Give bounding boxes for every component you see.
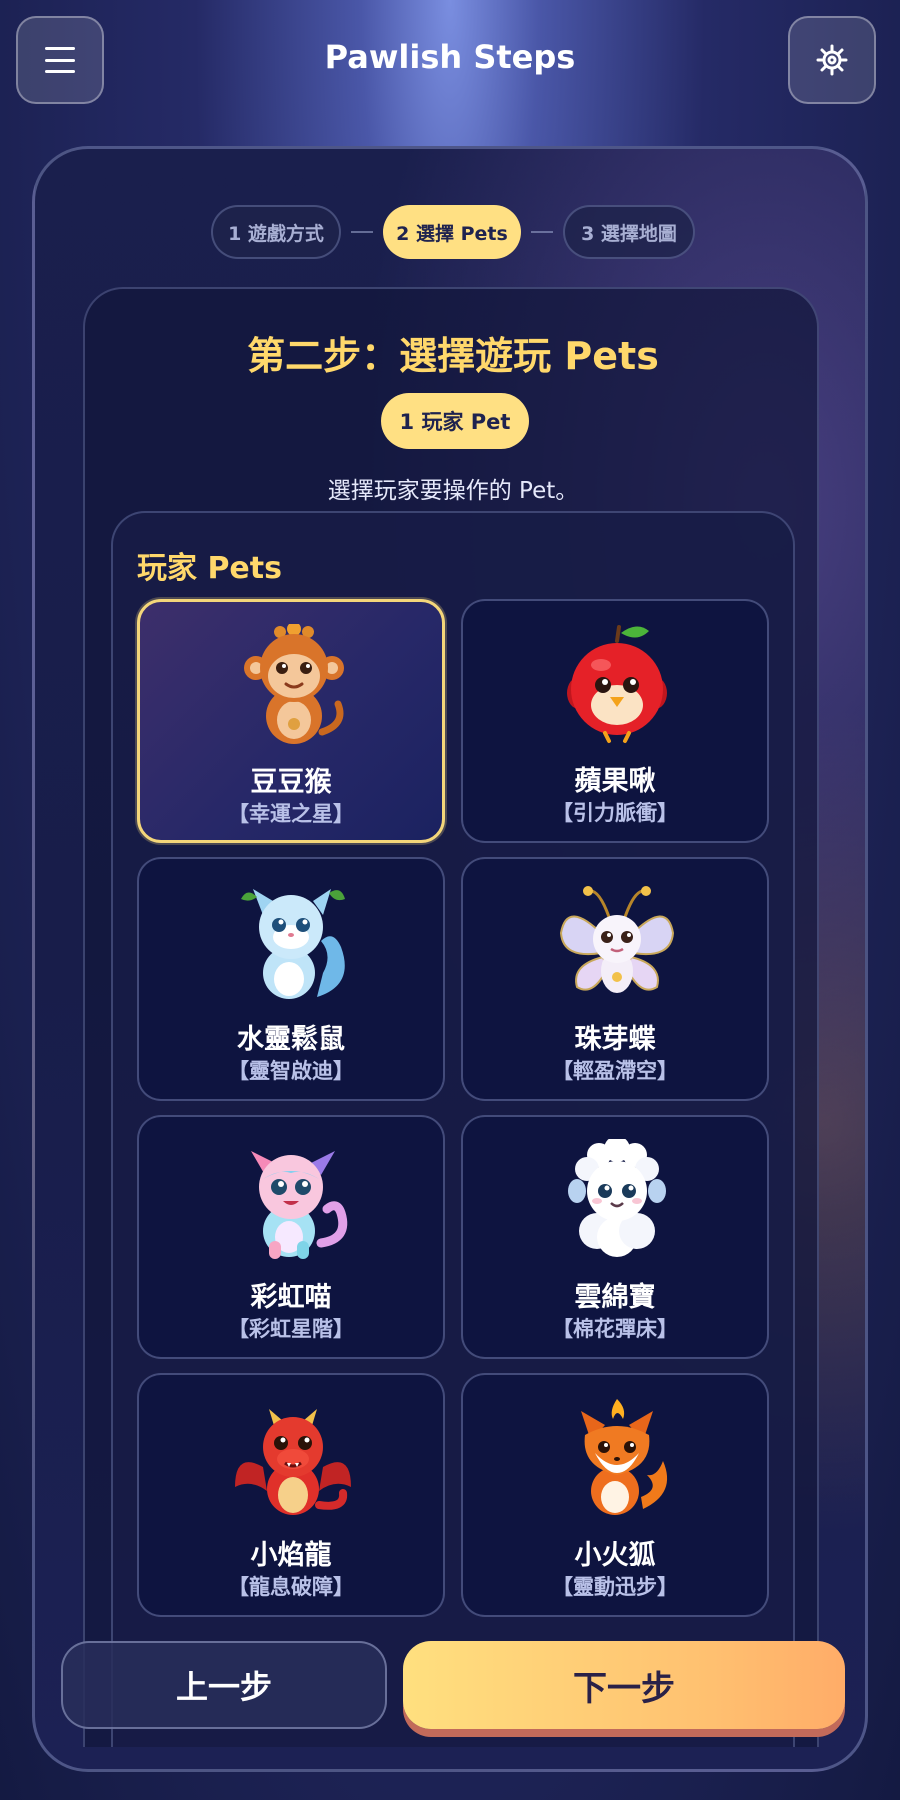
settings-button[interactable]: [788, 16, 876, 104]
pet-card-rainbow-cat[interactable]: 彩虹喵 【彩虹星階】: [137, 1115, 445, 1359]
butterfly-pet-icon: [559, 886, 675, 993]
pet-name: 彩虹喵: [250, 1282, 332, 1313]
pet-skill: 【輕盈滯空】: [552, 1059, 678, 1083]
pet-name: 水靈鬆鼠: [237, 1024, 345, 1055]
fire-dragon-pet-icon: [235, 1409, 351, 1515]
pet-skill: 【彩虹星階】: [228, 1317, 354, 1341]
page-title: 第二步：選擇遊玩 Pets: [247, 334, 659, 378]
pet-skill: 【幸運之星】: [228, 802, 354, 826]
pet-name: 珠芽蝶: [574, 1024, 656, 1055]
apple-bird-pet-icon: [567, 625, 667, 743]
pets-section-title: 玩家 Pets: [137, 551, 282, 586]
previous-step-button[interactable]: 上一步: [61, 1641, 387, 1729]
step-1-play-mode[interactable]: 1 遊戲方式: [211, 205, 341, 259]
pet-card-monkey[interactable]: 豆豆猴 【幸運之星】: [137, 599, 445, 843]
pet-card-fire-dragon[interactable]: 小焰龍 【龍息破障】: [137, 1373, 445, 1617]
main-panel: 1 遊戲方式 2 選擇 Pets 3 選擇地圖 第二步：選擇遊玩 Pets 1 …: [32, 146, 868, 1772]
step-connector: [531, 231, 553, 233]
pet-skill: 【靈動迅步】: [552, 1575, 678, 1599]
pet-skill: 【棉花彈床】: [552, 1317, 678, 1341]
fire-fox-pet-icon: [581, 1399, 668, 1515]
pet-skill: 【靈智啟迪】: [228, 1059, 354, 1083]
pet-name: 豆豆猴: [250, 767, 332, 798]
monkey-pet-icon: [244, 624, 344, 744]
pet-card-water-squirrel[interactable]: 水靈鬆鼠 【靈智啟迪】: [137, 857, 445, 1101]
top-bar: Pawlish Steps: [0, 0, 900, 120]
next-step-button[interactable]: 下一步: [403, 1641, 845, 1729]
player-pets-list: 玩家 Pets 豆豆猴 【幸運之星】 蘋果啾 【引力脈衝】 水靈鬆鼠 【靈智啟迪…: [111, 511, 795, 1747]
pet-card-butterfly[interactable]: 珠芽蝶 【輕盈滯空】: [461, 857, 769, 1101]
pet-selection-section: 第二步：選擇遊玩 Pets 1 玩家 Pet 選擇玩家要操作的 Pet。 玩家 …: [83, 287, 819, 1747]
gear-icon: [816, 44, 848, 76]
step-2-select-pets[interactable]: 2 選擇 Pets: [383, 205, 521, 259]
pet-card-apple-bird[interactable]: 蘋果啾 【引力脈衝】: [461, 599, 769, 843]
pet-name: 小火狐: [574, 1540, 656, 1571]
player-count-badge: 1 玩家 Pet: [381, 393, 529, 449]
pet-card-cloud-sheep[interactable]: 雲綿寶 【棉花彈床】: [461, 1115, 769, 1359]
pet-skill: 【龍息破障】: [228, 1575, 354, 1599]
step-3-select-map[interactable]: 3 選擇地圖: [563, 205, 695, 259]
pet-skill: 【引力脈衝】: [552, 801, 678, 825]
pet-card-fire-fox[interactable]: 小火狐 【靈動迅步】: [461, 1373, 769, 1617]
cloud-sheep-pet-icon: [568, 1139, 666, 1257]
step-indicator: 1 遊戲方式 2 選擇 Pets 3 選擇地圖: [35, 205, 865, 261]
water-squirrel-pet-icon: [241, 889, 345, 999]
instruction-text: 選擇玩家要操作的 Pet。: [327, 478, 579, 504]
pet-name: 蘋果啾: [574, 766, 656, 797]
step-connector: [351, 231, 373, 233]
pet-name: 雲綿寶: [574, 1282, 656, 1313]
rainbow-cat-pet-icon: [251, 1151, 348, 1259]
pet-name: 小焰龍: [250, 1540, 332, 1571]
app-title: Pawlish Steps: [324, 38, 576, 76]
